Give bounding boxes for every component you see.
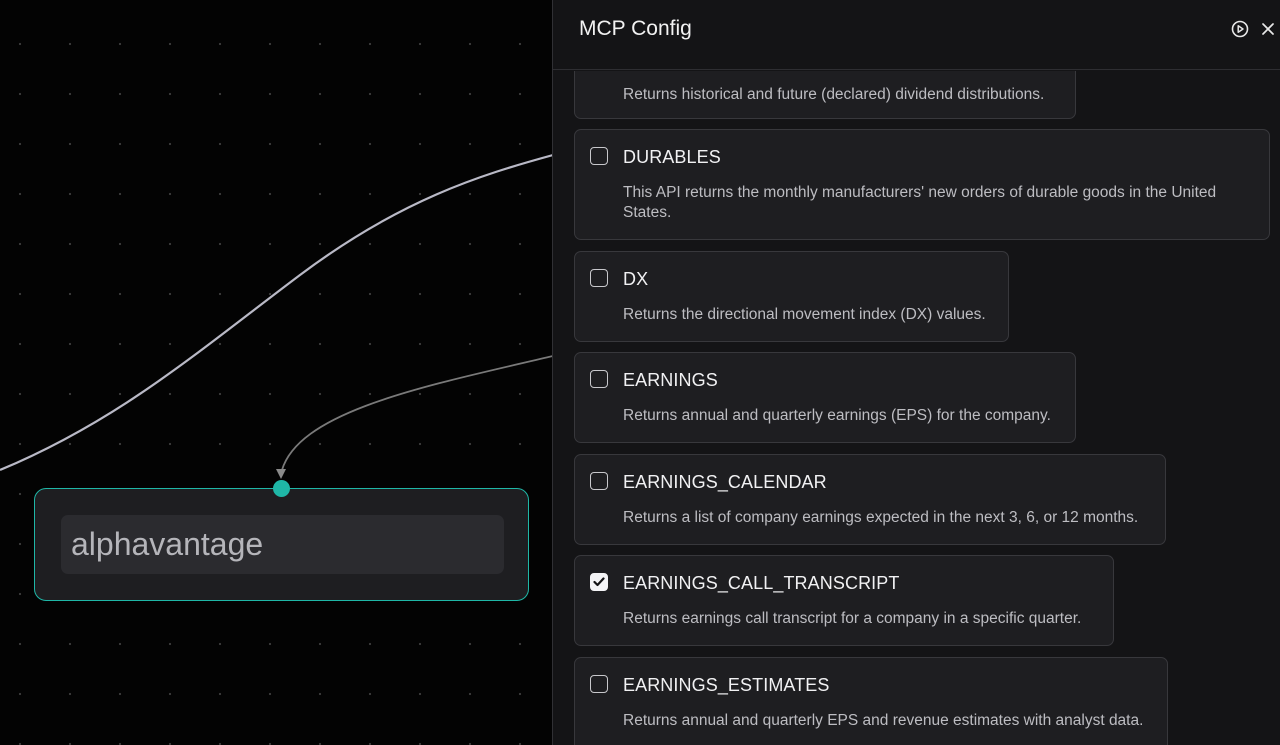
- close-icon[interactable]: [1257, 18, 1279, 40]
- tool-checkbox[interactable]: [590, 472, 608, 490]
- node-input-handle[interactable]: [273, 480, 290, 497]
- node-label[interactable]: alphavantage: [61, 515, 504, 574]
- tool-name: EARNINGS_CALENDAR: [623, 472, 827, 492]
- tool-description: Returns annual and quarterly earnings (E…: [623, 407, 1051, 424]
- edge-to-node[interactable]: [281, 355, 553, 471]
- edges-layer: [0, 153, 553, 472]
- tool-card[interactable]: EARNINGS_ESTIMATES Returns annual and qu…: [574, 657, 1168, 745]
- tool-name: EARNINGS: [623, 370, 718, 390]
- tool-name: DURABLES: [623, 147, 721, 167]
- tool-checkbox[interactable]: [590, 573, 608, 591]
- tool-checkbox[interactable]: [590, 269, 608, 287]
- tool-description: Returns a list of company earnings expec…: [623, 509, 1139, 526]
- panel-title: MCP Config: [579, 17, 692, 40]
- tool-card[interactable]: EARNINGS Returns annual and quarterly ea…: [574, 352, 1076, 443]
- tool-description: Returns annual and quarterly EPS and rev…: [623, 712, 1144, 729]
- panel-header: MCP Config: [553, 0, 1280, 70]
- tool-card[interactable]: DX Returns the directional movement inde…: [574, 251, 1009, 342]
- tool-name: EARNINGS_ESTIMATES: [623, 675, 830, 695]
- mcp-config-panel: MCP Config Returns historical and future…: [552, 0, 1280, 745]
- tool-card[interactable]: EARNINGS_CALENDAR Returns a list of comp…: [574, 454, 1166, 545]
- tool-checkbox[interactable]: [590, 675, 608, 693]
- tool-card[interactable]: Returns historical and future (declared)…: [574, 71, 1076, 119]
- edge-arrow-icon: [276, 469, 286, 479]
- tool-description: Returns earnings call transcript for a c…: [623, 610, 1082, 627]
- tool-description: Returns historical and future (declared)…: [623, 86, 1045, 103]
- tool-card[interactable]: DURABLES This API returns the monthly ma…: [574, 129, 1270, 240]
- tool-checkbox[interactable]: [590, 147, 608, 165]
- alphavantage-node[interactable]: alphavantage: [34, 488, 529, 601]
- tool-name: EARNINGS_CALL_TRANSCRIPT: [623, 573, 900, 593]
- play-circle-icon[interactable]: [1229, 18, 1251, 40]
- flow-canvas[interactable]: alphavantage: [0, 0, 553, 745]
- tool-checkbox[interactable]: [590, 370, 608, 388]
- tools-list[interactable]: Returns historical and future (declared)…: [553, 71, 1280, 745]
- tool-description: Returns the directional movement index (…: [623, 306, 986, 323]
- tool-name: DX: [623, 269, 649, 289]
- edge-main[interactable]: [0, 153, 553, 472]
- tool-card[interactable]: EARNINGS_CALL_TRANSCRIPT Returns earning…: [574, 555, 1114, 646]
- tool-description: This API returns the monthly manufacture…: [623, 184, 1217, 221]
